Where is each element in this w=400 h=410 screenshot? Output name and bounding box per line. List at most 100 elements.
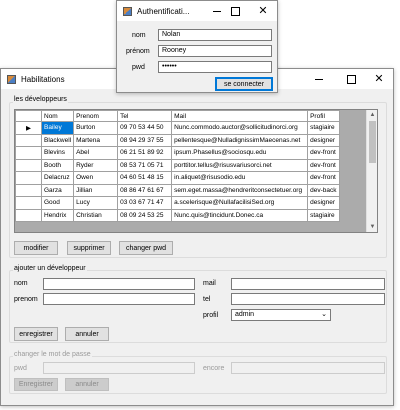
cell-prenom[interactable]: Christian: [73, 208, 119, 222]
column-header-prenom[interactable]: Prenom: [73, 110, 119, 122]
cell-tel[interactable]: 03 03 67 71 47: [117, 196, 173, 210]
cell-profil[interactable]: dev-front: [307, 158, 341, 172]
se-connecter-button[interactable]: se connecter: [215, 77, 273, 91]
cell-nom[interactable]: Delacruz: [40, 171, 75, 185]
profil-label: profil: [203, 312, 219, 319]
cell-prenom[interactable]: Ryder: [73, 158, 119, 172]
minimize-button[interactable]: [305, 69, 333, 89]
row-header[interactable]: [15, 171, 42, 185]
table-row[interactable]: Hendrix Christian 08 09 24 53 25 Nunc.qu…: [15, 208, 341, 222]
cell-nom[interactable]: Hendrix: [40, 208, 75, 222]
cell-nom[interactable]: Good: [40, 196, 75, 210]
row-header[interactable]: [15, 133, 42, 147]
cell-profil[interactable]: stagiaire: [307, 208, 341, 222]
cell-mail[interactable]: porttitor.tellus@risusvariusorci.net: [171, 158, 309, 172]
cell-tel[interactable]: 04 60 51 48 15: [117, 171, 173, 185]
grid-vertical-scrollbar[interactable]: ▲ ▼: [366, 110, 377, 232]
row-header[interactable]: [15, 146, 42, 160]
chevron-down-icon[interactable]: ⌄: [321, 311, 327, 319]
change-password-group-title: changer le mot de passe: [13, 351, 92, 358]
developers-table: Nom Prenom Tel Mail Profil ▶ Bailey Burt…: [15, 110, 341, 222]
confirm-pwd-field: [231, 362, 385, 374]
row-header[interactable]: [15, 196, 42, 210]
profil-select[interactable]: admin ⌄: [231, 309, 331, 321]
cell-profil[interactable]: dev-front: [307, 171, 341, 185]
cell-tel[interactable]: 09 70 53 44 50: [117, 121, 173, 135]
column-header-profil[interactable]: Profil: [307, 110, 341, 122]
cell-profil[interactable]: stagiaire: [307, 121, 341, 135]
auth-nom-field[interactable]: Nolan: [158, 29, 272, 41]
cell-profil[interactable]: dev-front: [307, 146, 341, 160]
row-header[interactable]: [15, 158, 42, 172]
scroll-up-icon[interactable]: ▲: [367, 110, 377, 120]
table-row[interactable]: Delacruz Owen 04 60 51 48 15 in.aliquet@…: [15, 171, 341, 185]
new-pwd-field: [43, 362, 195, 374]
table-row[interactable]: ▶ Bailey Burton 09 70 53 44 50 Nunc.comm…: [15, 121, 341, 135]
app-icon: [7, 74, 16, 84]
app-icon: [123, 6, 132, 16]
cell-profil[interactable]: dev-back: [307, 183, 341, 197]
row-header[interactable]: [15, 183, 42, 197]
cell-profil[interactable]: designer: [307, 133, 341, 147]
cell-prenom[interactable]: Jillian: [73, 183, 119, 197]
cell-nom[interactable]: Garza: [40, 183, 75, 197]
auth-prenom-field[interactable]: Rooney: [158, 45, 272, 57]
cell-nom[interactable]: Blevins: [40, 146, 75, 160]
cell-mail[interactable]: Nunc.quis@tincidunt.Donec.ca: [171, 208, 309, 222]
cell-mail[interactable]: pellentesque@NulladignissimMaecenas.net: [171, 133, 309, 147]
cell-prenom[interactable]: Martena: [73, 133, 119, 147]
auth-titlebar[interactable]: Authentificati... ✕: [117, 1, 277, 21]
mail-field[interactable]: [231, 278, 385, 290]
scroll-down-icon[interactable]: ▼: [367, 222, 377, 232]
column-header-mail[interactable]: Mail: [171, 110, 309, 122]
scroll-thumb[interactable]: [369, 121, 376, 163]
cell-nom[interactable]: Blackwell: [40, 133, 75, 147]
cell-profil[interactable]: designer: [307, 196, 341, 210]
table-row[interactable]: Booth Ryder 08 53 71 05 71 porttitor.tel…: [15, 158, 341, 172]
row-selector-icon[interactable]: ▶: [15, 121, 42, 135]
maximize-button[interactable]: [221, 1, 249, 21]
cell-mail[interactable]: Nunc.commodo.auctor@sollicitudinorci.org: [171, 121, 309, 135]
close-button[interactable]: ✕: [249, 1, 277, 21]
enregistrer-button[interactable]: enregistrer: [14, 327, 58, 341]
cell-prenom[interactable]: Lucy: [73, 196, 119, 210]
auth-window-title: Authentificati...: [137, 6, 190, 16]
cell-nom[interactable]: Booth: [40, 158, 75, 172]
table-row[interactable]: Blackwell Martena 08 94 29 37 55 pellent…: [15, 133, 341, 147]
cell-prenom[interactable]: Owen: [73, 171, 119, 185]
row-header[interactable]: [15, 208, 42, 222]
maximize-button[interactable]: [337, 69, 365, 89]
cell-tel[interactable]: 08 53 71 05 71: [117, 158, 173, 172]
changer-pwd-button[interactable]: changer pwd: [119, 241, 173, 255]
developers-grid[interactable]: Nom Prenom Tel Mail Profil ▶ Bailey Burt…: [14, 109, 378, 233]
nom-field[interactable]: [43, 278, 195, 290]
prenom-field[interactable]: [43, 293, 195, 305]
developers-group-title: les développeurs: [13, 96, 68, 103]
annuler-button[interactable]: annuler: [65, 327, 109, 341]
row-header-corner: [15, 110, 42, 122]
cell-prenom[interactable]: Burton: [73, 121, 119, 135]
close-button[interactable]: ✕: [365, 69, 393, 89]
table-row[interactable]: Blevins Abel 06 21 51 89 92 ipsum.Phasel…: [15, 146, 341, 160]
tel-field[interactable]: [231, 293, 385, 305]
cell-tel[interactable]: 06 21 51 89 92: [117, 146, 173, 160]
column-header-nom[interactable]: Nom: [40, 110, 75, 122]
modifier-button[interactable]: modifier: [14, 241, 58, 255]
cell-tel[interactable]: 08 86 47 61 67: [117, 183, 173, 197]
column-header-tel[interactable]: Tel: [117, 110, 173, 122]
cell-mail[interactable]: in.aliquet@risusodio.edu: [171, 171, 309, 185]
cell-tel[interactable]: 08 94 29 37 55: [117, 133, 173, 147]
cell-mail[interactable]: a.scelerisque@NullafacilisiSed.org: [171, 196, 309, 210]
cell-mail[interactable]: ipsum.Phasellus@sociosqu.edu: [171, 146, 309, 160]
auth-pwd-field[interactable]: ••••••: [158, 61, 272, 73]
cell-prenom[interactable]: Abel: [73, 146, 119, 160]
auth-prenom-label: prénom: [126, 48, 150, 55]
table-row[interactable]: Good Lucy 03 03 67 71 47 a.scelerisque@N…: [15, 196, 341, 210]
supprimer-button[interactable]: supprimer: [67, 241, 111, 255]
table-row[interactable]: Garza Jillian 08 86 47 61 67 sem.eget.ma…: [15, 183, 341, 197]
cell-tel[interactable]: 08 09 24 53 25: [117, 208, 173, 222]
prenom-label: prenom: [14, 296, 38, 303]
cell-nom[interactable]: Bailey: [40, 121, 75, 135]
cell-mail[interactable]: sem.eget.massa@hendreritconsectetuer.org: [171, 183, 309, 197]
table-header-row: Nom Prenom Tel Mail Profil: [15, 110, 341, 122]
